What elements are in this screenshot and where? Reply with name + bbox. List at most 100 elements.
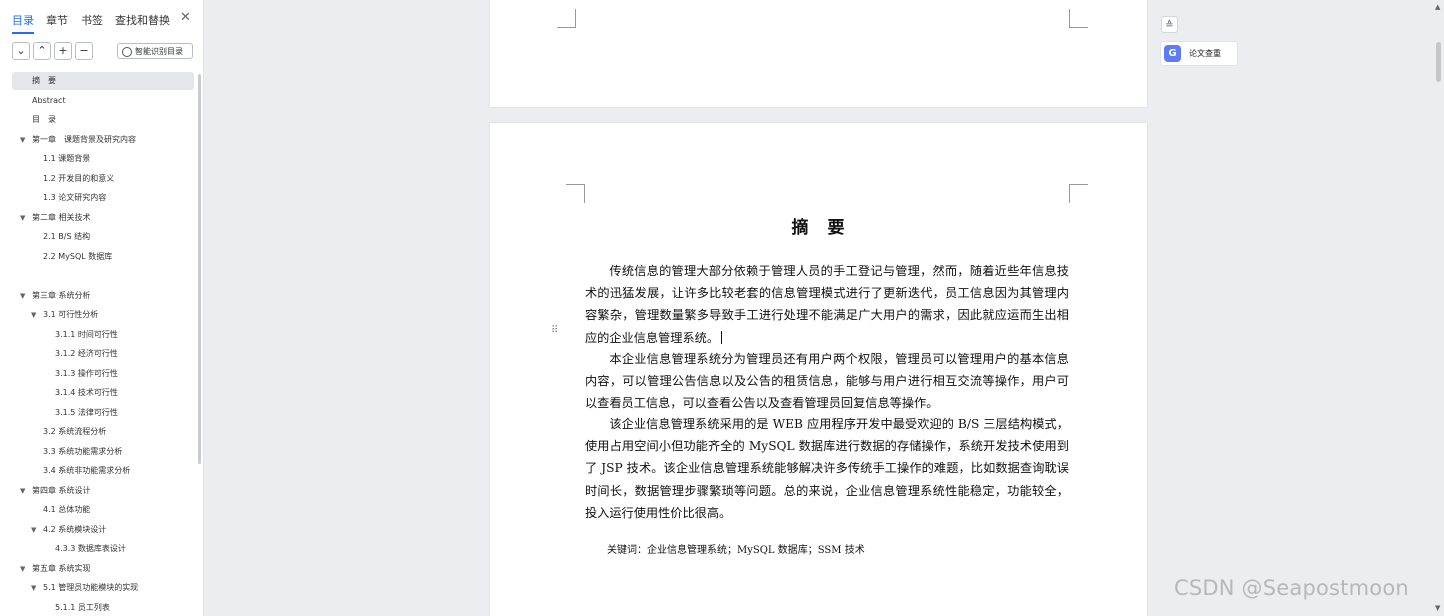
toc-item-label: 3.4 系统非功能需求分析 bbox=[43, 466, 131, 475]
toc-item-label: 2.2 MySQL 数据库 bbox=[43, 251, 113, 261]
plagiarism-check-button[interactable]: G 论文查重 bbox=[1160, 41, 1238, 66]
toc-item-label: 3.3 系统功能需求分析 bbox=[43, 446, 123, 456]
tab-bookmarks[interactable]: 书签 bbox=[81, 12, 103, 28]
ai-icon bbox=[122, 47, 132, 57]
tab-find-replace[interactable]: 查找和替换 bbox=[115, 12, 170, 28]
collapse-all-button[interactable]: ⌄ bbox=[12, 42, 30, 60]
tab-chapters[interactable]: 章节 bbox=[46, 12, 68, 28]
expand-arrow-icon[interactable]: ▼ bbox=[31, 579, 36, 597]
toc-item[interactable]: 3.2 系统流程分析 bbox=[12, 423, 194, 441]
add-heading-button[interactable]: + bbox=[54, 42, 72, 60]
plagiarism-check-label: 论文查重 bbox=[1189, 49, 1221, 58]
toc-item-label: 2.1 B/S 结构 bbox=[43, 232, 91, 241]
document-page-abstract[interactable]: 摘 要 传统信息的管理大部分依赖于管理人员的手工登记与管理，然而，随着近些年信息… bbox=[490, 123, 1147, 616]
toc-item-label: 3.1.2 经济可行性 bbox=[55, 349, 118, 358]
nav-scrollbar[interactable] bbox=[198, 74, 201, 464]
crop-mark bbox=[1069, 9, 1088, 28]
keywords-line[interactable]: 关键词：企业信息管理系统；MySQL 数据库；SSM 技术 bbox=[607, 541, 865, 556]
toc-item[interactable]: 1.1 课题背景 bbox=[12, 150, 194, 168]
toc-item-label: 摘 要 bbox=[32, 76, 56, 85]
nav-tabs: 目录 章节 书签 查找和替换 ✕ bbox=[0, 0, 204, 38]
toc-item[interactable]: ▼ 3.1 可行性分析 bbox=[12, 306, 194, 324]
toc-toolbar: ⌄ ⌃ + − 智能识别目录 bbox=[0, 42, 204, 64]
expand-arrow-icon[interactable]: ▼ bbox=[20, 287, 25, 305]
toc-item[interactable]: 目 录 bbox=[12, 111, 194, 129]
toc-item-label: 5.1.1 员工列表 bbox=[55, 602, 110, 612]
scroll-up-icon[interactable]: ▲ bbox=[1435, 3, 1440, 11]
expand-all-button[interactable]: ⌃ bbox=[33, 42, 51, 60]
page-title: 摘 要 bbox=[791, 218, 846, 238]
toc-item[interactable]: Abstract bbox=[12, 92, 194, 110]
document-scrollbar[interactable] bbox=[1436, 42, 1441, 82]
plagiarism-check-icon: G bbox=[1164, 45, 1181, 62]
toc-item[interactable]: 4.1 总体功能 bbox=[12, 501, 194, 519]
toc-item[interactable]: 摘 要 bbox=[12, 72, 194, 90]
paragraph-drag-handle-icon[interactable]: ⠿ bbox=[551, 326, 558, 336]
toc-list: 摘 要 Abstract 目 录 ▼ 第一章 课题背景及研究内容 1.1 课题背景 1.2 … bbox=[0, 72, 200, 616]
toc-item[interactable]: ▼ 第一章 课题背景及研究内容 bbox=[12, 131, 194, 149]
toc-item[interactable]: 3.1.1 时间可行性 bbox=[12, 326, 194, 344]
tab-toc[interactable]: 目录 bbox=[12, 12, 34, 34]
remove-heading-button[interactable]: − bbox=[75, 42, 93, 60]
expand-arrow-icon[interactable]: ▼ bbox=[20, 131, 25, 149]
close-icon[interactable]: ✕ bbox=[180, 10, 191, 25]
toc-item-label: Abstract bbox=[32, 95, 66, 105]
toc-item[interactable]: 2.1 B/S 结构 bbox=[12, 228, 194, 246]
expand-arrow-icon[interactable]: ▼ bbox=[20, 209, 25, 227]
ai-detect-toc-button[interactable]: 智能识别目录 bbox=[117, 43, 193, 59]
toc-item[interactable]: 3.4 系统非功能需求分析 bbox=[12, 462, 194, 480]
toc-item-label: 第一章 课题背景及研究内容 bbox=[32, 134, 136, 144]
toc-item[interactable]: 2.2 MySQL 数据库 bbox=[12, 248, 194, 266]
toc-item[interactable]: 1.2 开发目的和意义 bbox=[12, 170, 194, 188]
toc-item[interactable]: 3.1.4 技术可行性 bbox=[12, 384, 194, 402]
toc-item[interactable]: 1.3 论文研究内容 bbox=[12, 189, 194, 207]
text-caret bbox=[721, 330, 723, 344]
abstract-paragraph[interactable]: 本企业信息管理系统分为管理员还有用户两个权限，管理员可以管理用户的基本信息内容，… bbox=[585, 348, 1069, 415]
navigation-pane: 目录 章节 书签 查找和替换 ✕ ⌄ ⌃ + − 智能识别目录 摘 要 Abstr… bbox=[0, 0, 204, 616]
expand-arrow-icon[interactable]: ▼ bbox=[31, 306, 36, 324]
toc-item-label: 4.2 系统模块设计 bbox=[43, 524, 107, 534]
toc-item-label: 3.1.3 操作可行性 bbox=[55, 368, 118, 378]
crop-mark bbox=[1069, 184, 1088, 203]
toc-item[interactable]: 5.1.1 员工列表 bbox=[12, 599, 194, 616]
toc-item[interactable]: ▼ 5.1 管理员功能模块的实现 bbox=[12, 579, 194, 597]
toc-item[interactable]: ▼ 第四章 系统设计 bbox=[12, 482, 194, 500]
ai-detect-toc-label: 智能识别目录 bbox=[135, 47, 183, 56]
scroll-down-icon[interactable]: ▼ bbox=[1435, 604, 1440, 612]
toc-item[interactable]: ▼ 4.2 系统模块设计 bbox=[12, 521, 194, 539]
toc-item[interactable]: ▼ 第五章 系统实现 bbox=[12, 560, 194, 578]
expand-arrow-icon[interactable]: ▼ bbox=[31, 521, 36, 539]
toc-item-label: 目 录 bbox=[32, 115, 56, 124]
toc-item-label: 1.3 论文研究内容 bbox=[43, 193, 107, 202]
toc-item[interactable]: 3.1.3 操作可行性 bbox=[12, 365, 194, 383]
toc-item[interactable]: 3.3 系统功能需求分析 bbox=[12, 443, 194, 461]
abstract-paragraph[interactable]: 传统信息的管理大部分依赖于管理人员的手工登记与管理，然而，随着近些年信息技术的迅… bbox=[585, 260, 1069, 349]
toc-item-label: 3.1.5 法律可行性 bbox=[55, 407, 118, 417]
crop-mark bbox=[566, 184, 585, 203]
toc-item[interactable]: 3.1.5 法律可行性 bbox=[12, 404, 194, 422]
crop-mark bbox=[557, 9, 576, 28]
toc-item-label: 1.2 开发目的和意义 bbox=[43, 173, 115, 183]
toc-item[interactable]: 3.1.2 经济可行性 bbox=[12, 345, 194, 363]
toc-item bbox=[12, 267, 194, 285]
toc-item-label: 3.1.1 时间可行性 bbox=[55, 329, 118, 339]
toc-item[interactable]: ▼ 第三章 系统分析 bbox=[12, 287, 194, 305]
toc-item-label: 1.1 课题背景 bbox=[43, 154, 91, 163]
toc-item[interactable]: ▼ 第二章 相关技术 bbox=[12, 209, 194, 227]
toc-item-label: 5.1 管理员功能模块的实现 bbox=[43, 583, 139, 592]
collapse-panel-button[interactable]: ≙ bbox=[1161, 16, 1178, 33]
expand-arrow-icon[interactable]: ▼ bbox=[20, 560, 25, 578]
toc-item-label: 第三章 系统分析 bbox=[32, 290, 91, 300]
toc-item-label: 4.3.3 数据库表设计 bbox=[55, 544, 126, 553]
toc-item-label: 3.1.4 技术可行性 bbox=[55, 388, 118, 397]
watermark: CSDN @Seapostmoon bbox=[1174, 576, 1409, 600]
document-page-previous bbox=[490, 0, 1147, 107]
abstract-paragraph[interactable]: 该企业信息管理系统采用的是 WEB 应用程序开发中最受欢迎的 B/S 三层结构模… bbox=[585, 413, 1069, 524]
toc-item-label: 第二章 相关技术 bbox=[32, 212, 91, 222]
toc-item-label: 3.1 可行性分析 bbox=[43, 310, 99, 319]
expand-arrow-icon[interactable]: ▼ bbox=[20, 482, 25, 500]
toc-item-label: 第五章 系统实现 bbox=[32, 563, 91, 573]
toc-item-label: 4.1 总体功能 bbox=[43, 505, 91, 514]
toc-item-label: 第四章 系统设计 bbox=[32, 485, 91, 495]
toc-item[interactable]: 4.3.3 数据库表设计 bbox=[12, 540, 194, 558]
